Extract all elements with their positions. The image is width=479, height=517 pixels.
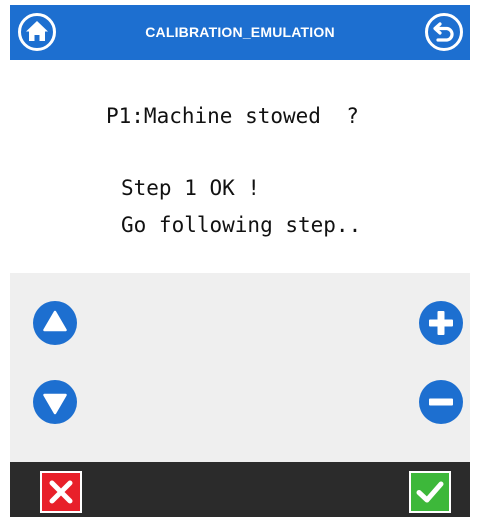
confirm-button[interactable]	[409, 471, 451, 513]
status-line-1: Step 1 OK !	[121, 176, 261, 200]
confirm-check-icon	[409, 471, 451, 513]
up-button[interactable]	[32, 300, 78, 346]
footer-bar	[10, 462, 470, 517]
arrow-down-icon	[33, 380, 77, 424]
minus-icon	[419, 380, 463, 424]
calibration-question: P1:Machine stowed ?	[106, 104, 359, 128]
decrement-button[interactable]	[418, 379, 464, 425]
header-bar: CALIBRATION_EMULATION	[10, 5, 470, 60]
down-button[interactable]	[32, 379, 78, 425]
cancel-button[interactable]	[40, 471, 82, 513]
cancel-x-icon	[40, 471, 82, 513]
message-panel: P1:Machine stowed ? Step 1 OK ! Go follo…	[10, 60, 470, 273]
increment-button[interactable]	[418, 300, 464, 346]
back-button[interactable]	[424, 12, 464, 52]
calibration-screen: CALIBRATION_EMULATION P1:Machine stowed …	[10, 5, 470, 517]
arrow-up-icon	[33, 301, 77, 345]
plus-icon	[419, 301, 463, 345]
back-arrow-icon	[425, 13, 463, 51]
controls-panel	[10, 273, 470, 462]
page-title: CALIBRATION_EMULATION	[145, 24, 335, 40]
status-line-2: Go following step..	[121, 213, 362, 237]
